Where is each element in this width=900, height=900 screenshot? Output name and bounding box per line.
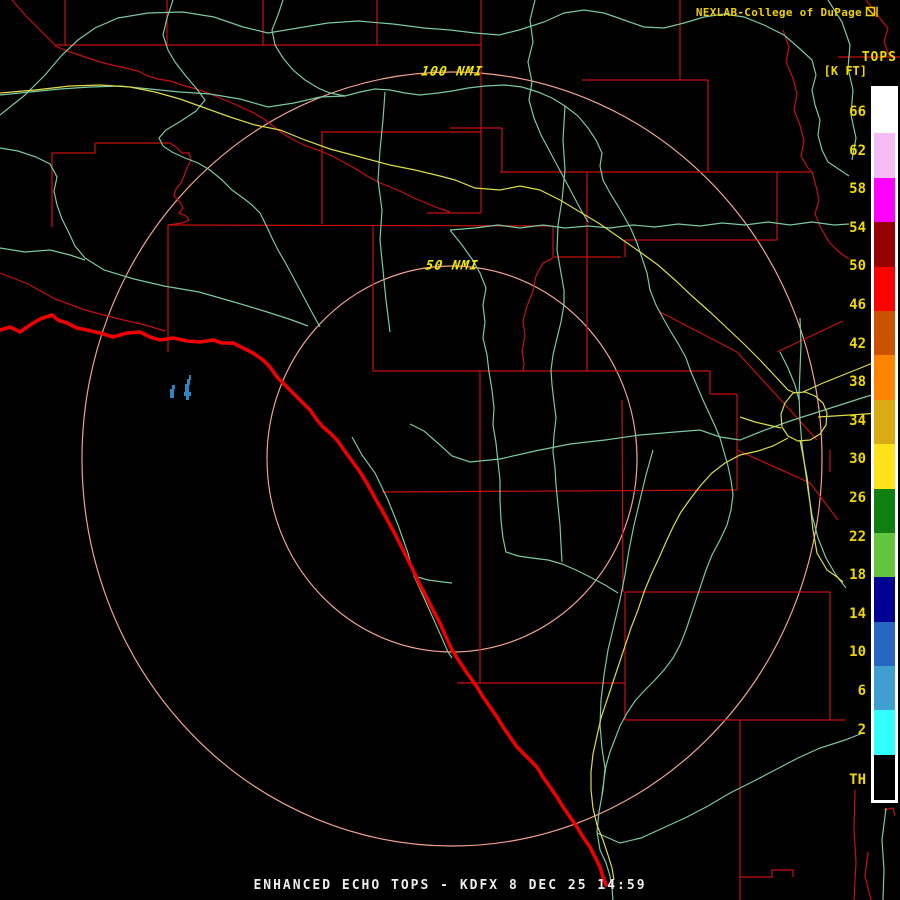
- scale-tick-label: 30: [849, 451, 866, 468]
- scale-tick-label: 58: [849, 181, 866, 198]
- scale-band: [874, 444, 895, 489]
- scale-band: [874, 532, 895, 578]
- radar-echo: [185, 384, 189, 392]
- colorbar: [871, 86, 898, 803]
- scale-title: TOPS: [861, 50, 897, 65]
- scale-band: [874, 710, 895, 755]
- scale-band: [874, 133, 895, 178]
- scale-tick-label: 26: [849, 490, 866, 506]
- scale-tick-label: 34: [849, 412, 866, 429]
- scale-band: [874, 399, 895, 445]
- scale-band: [874, 577, 895, 622]
- range-rings: [81, 71, 823, 847]
- scale-tick-label: 66: [849, 104, 866, 120]
- radar-echoes: [170, 375, 191, 400]
- county-boundary-lines: [0, 0, 900, 900]
- radar-echo: [170, 389, 174, 398]
- range-ring-100nmi: [81, 71, 823, 847]
- scale-tick-label: 18: [849, 567, 866, 584]
- rio-grande-border-river: [0, 313, 608, 887]
- range-ring-50nmi: [266, 265, 638, 653]
- branding-text: NEXLAB-College of DuPage: [695, 5, 862, 19]
- cod-logo-icon: [865, 6, 878, 17]
- scale-tick-label: 46: [849, 297, 866, 313]
- product-title: ENHANCED ECHO TOPS - KDFX 8 DEC 25 14:59: [253, 878, 647, 893]
- range-ring-label-50nmi: 50 NMI: [424, 258, 480, 274]
- scale-tick-label: 50: [849, 258, 866, 275]
- scale-band: [874, 310, 895, 356]
- scale-tick-label: 54: [849, 219, 866, 236]
- scale-tick-label: 22: [849, 528, 866, 545]
- scale-tick-label: 38: [849, 374, 866, 391]
- scale-tick-label: 14: [849, 605, 866, 622]
- scale-band: [874, 621, 895, 667]
- scale-tick-label: 10: [849, 644, 866, 661]
- scale-band: [874, 355, 895, 400]
- scale-band: [874, 177, 895, 223]
- radar-echo: [186, 396, 189, 400]
- scale-band: [874, 89, 895, 134]
- radar-echo: [172, 385, 175, 389]
- radar-map: [0, 0, 900, 900]
- highway-lines: [0, 84, 898, 881]
- scale-band: [874, 488, 895, 533]
- scale-band: [874, 222, 895, 267]
- river-lines: [0, 0, 891, 900]
- branding: NEXLAB-College of DuPage: [696, 5, 879, 19]
- scale-tick-label: 62: [849, 142, 866, 159]
- radar-display: 100 NMI 50 NMI NEXLAB-College of DuPage …: [0, 0, 900, 900]
- radar-echo: [184, 392, 191, 396]
- scale-band: [874, 666, 895, 711]
- radar-echo: [189, 375, 191, 380]
- scale-tick-label: 2: [857, 721, 866, 738]
- scale-tick-label: 6: [857, 683, 866, 699]
- scale-tick-label: 42: [849, 335, 866, 352]
- scale-band: [874, 266, 895, 311]
- scale-units-label: [K FT]: [823, 64, 867, 78]
- scale-th-label: TH: [849, 772, 866, 788]
- range-ring-label-100nmi: 100 NMI: [420, 64, 484, 80]
